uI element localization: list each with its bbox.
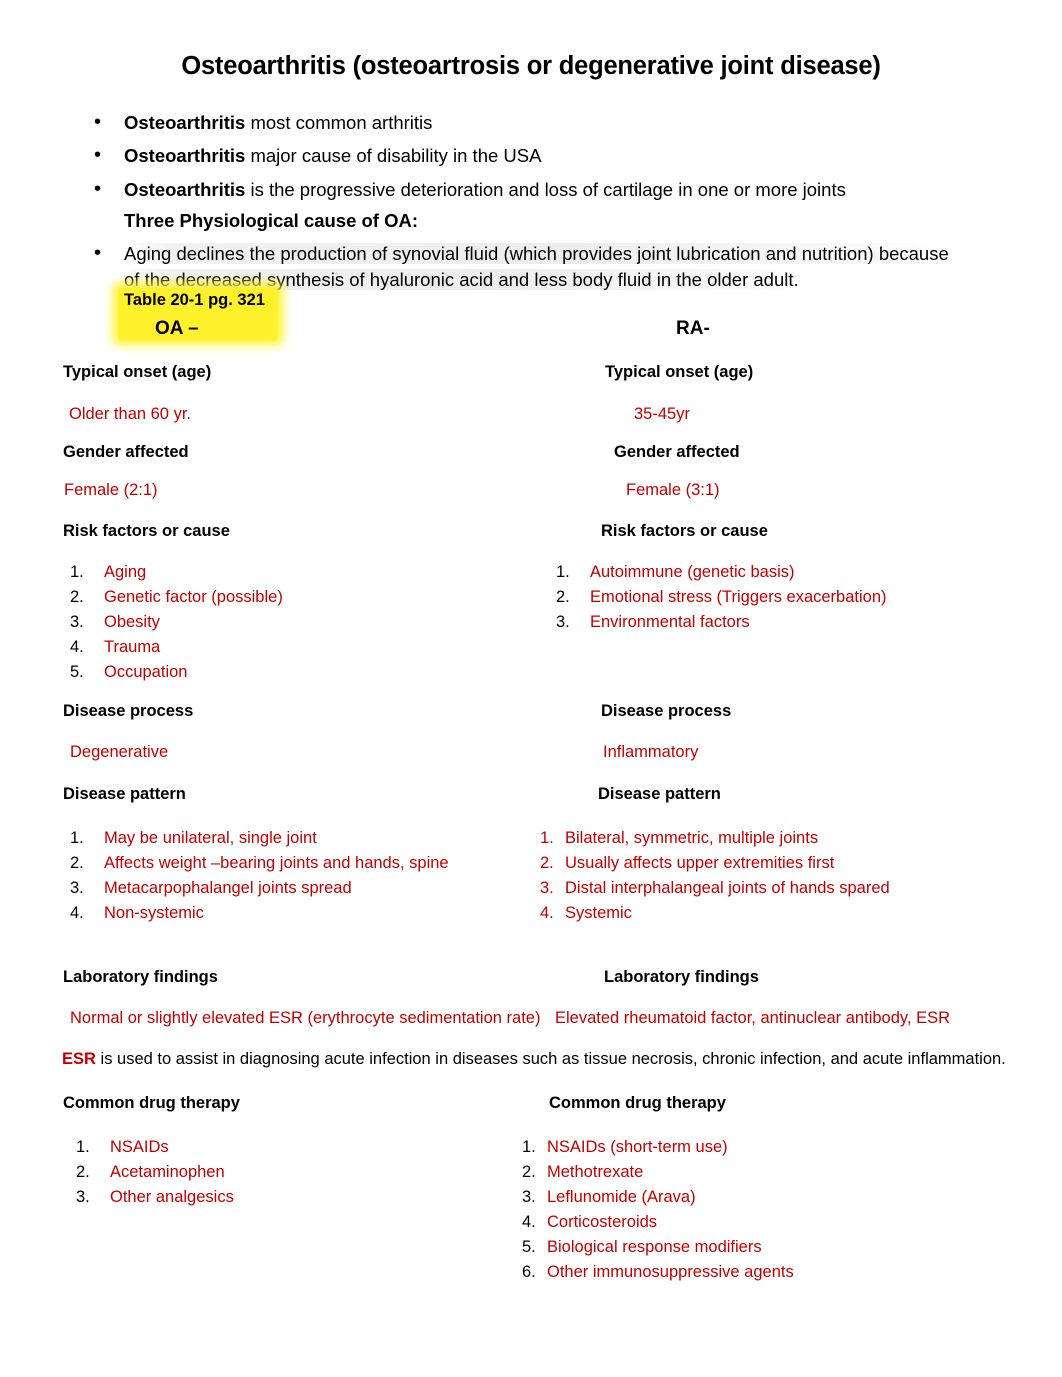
- list-item: 1. May be unilateral, single joint: [70, 829, 317, 847]
- subheading-three-physiological-causes: Three Physiological cause of OA:: [124, 209, 419, 231]
- list-disease-pattern-ra: 1. Bilateral, symmetric, multiple joints…: [540, 826, 890, 926]
- value-gender-affected-oa: Female (2:1): [64, 481, 158, 499]
- value-disease-process-ra: Inflammatory: [603, 743, 699, 761]
- list-risk-factors-ra: 1. Autoimmune (genetic basis) 2. Emotional…: [556, 560, 887, 635]
- bullet-icon: •: [94, 177, 102, 200]
- bullet-text: Osteoarthritis major cause of disability…: [124, 143, 1018, 169]
- list-item: 2. Affects weight –bearing joints and han…: [70, 854, 449, 872]
- list-item: 4. Trauma: [70, 638, 161, 656]
- list-item: 2. Genetic factor (possible): [70, 588, 283, 606]
- label-common-drug-therapy-ra: Common drug therapy: [549, 1094, 726, 1112]
- label-risk-factors-oa: Risk factors or cause: [63, 522, 230, 540]
- intro-bullet-list: • Osteoarthritis most common arthritis •…: [88, 110, 1018, 300]
- label-disease-pattern-ra: Disease pattern: [598, 785, 721, 803]
- value-laboratory-findings-ra: Elevated rheumatoid factor, antinuclear …: [555, 1009, 951, 1027]
- value-laboratory-findings-oa: Normal or slightly elevated ESR (erythro…: [70, 1009, 541, 1027]
- list-item: 1. Aging: [70, 563, 147, 581]
- esr-note: ESR is used to assist in diagnosing acut…: [62, 1050, 1006, 1069]
- aging-paragraph: Aging declines the production of synovia…: [124, 241, 1018, 294]
- value-gender-affected-ra: Female (3:1): [626, 481, 720, 499]
- value-typical-onset-ra: 35-45yr: [634, 405, 690, 423]
- bullet-text: Osteoarthritis is the progressive deteri…: [124, 177, 1018, 203]
- list-item: 2. Methotrexate: [522, 1163, 644, 1181]
- list-item: 6. Other immunosuppressive agents: [522, 1263, 794, 1281]
- list-common-drug-therapy-ra: 1. NSAIDs (short-term use) 2. Methotrexate…: [522, 1135, 794, 1285]
- column-header-ra: RA-: [676, 318, 710, 339]
- list-item: 2. Acetaminophen: [76, 1163, 225, 1181]
- bullet-bold-term: Osteoarthritis: [124, 145, 246, 167]
- bullet-rest: is the progressive deterioration and los…: [245, 178, 846, 200]
- list-item: 1. Autoimmune (genetic basis): [556, 563, 795, 581]
- aging-paragraph-line-2: of the decreased synthesis of hyaluronic…: [124, 269, 799, 291]
- label-laboratory-findings-oa: Laboratory findings: [63, 968, 218, 986]
- bullet-icon: •: [94, 111, 102, 133]
- list-item: 3. Obesity: [70, 613, 160, 631]
- list-item: 1. NSAIDs: [76, 1138, 169, 1156]
- label-typical-onset-oa: Typical onset (age): [63, 363, 212, 381]
- list-item: 5. Biological response modifiers: [522, 1238, 762, 1256]
- label-typical-onset-ra: Typical onset (age): [605, 363, 754, 381]
- esr-term: ESR: [62, 1050, 96, 1068]
- bullet-text: Osteoarthritis most common arthritis: [124, 110, 1018, 136]
- label-common-drug-therapy-oa: Common drug therapy: [63, 1094, 240, 1112]
- list-item: 4. Corticosteroids: [522, 1213, 658, 1231]
- bullet-icon: •: [94, 144, 102, 167]
- aging-paragraph-line-1: Aging declines the production of synovia…: [124, 242, 949, 264]
- bullet-bold-term: Osteoarthritis: [124, 112, 246, 133]
- list-item-aging-paragraph: • Aging declines the production of synov…: [88, 241, 1018, 294]
- list-item: 3. Other analgesics: [76, 1188, 234, 1206]
- list-item: 3. Distal interphalangeal joints of hands…: [540, 879, 890, 897]
- list-item: 1. Bilateral, symmetric, multiple joints: [540, 829, 819, 847]
- list-risk-factors-oa: 1. Aging 2. Genetic factor (possible) 3. Ob…: [70, 560, 283, 685]
- list-item: 5. Occupation: [70, 663, 188, 681]
- label-gender-affected-oa: Gender affected: [63, 443, 189, 461]
- list-item: 3. Metacarpophalangel joints spread: [70, 879, 352, 897]
- esr-note-text: is used to assist in diagnosing acute in…: [95, 1050, 1006, 1068]
- document-page: Osteoarthritis (osteoartrosis or degener…: [0, 0, 1062, 1377]
- label-disease-process-ra: Disease process: [601, 702, 732, 720]
- list-item: • Osteoarthritis is the progressive dete…: [88, 177, 1018, 203]
- bullet-rest: major cause of disability in the USA: [245, 145, 542, 167]
- list-item: 2. Emotional stress (Triggers exacerbatio…: [556, 588, 887, 606]
- list-item: 4. Systemic: [540, 904, 632, 922]
- value-typical-onset-oa: Older than 60 yr.: [69, 405, 191, 423]
- bullet-rest: most common arthritis: [245, 112, 433, 133]
- list-item: • Osteoarthritis major cause of disabili…: [88, 143, 1018, 169]
- bullet-icon: •: [94, 241, 102, 264]
- label-laboratory-findings-ra: Laboratory findings: [604, 968, 759, 986]
- table-reference-label: Table 20-1 pg. 321: [124, 291, 265, 309]
- label-disease-pattern-oa: Disease pattern: [63, 785, 186, 803]
- list-item: • Osteoarthritis most common arthritis: [88, 110, 1018, 136]
- list-item: 3. Leflunomide (Arava): [522, 1188, 696, 1206]
- list-item: 2. Usually affects upper extremities firs…: [540, 854, 835, 872]
- bullet-bold-term: Osteoarthritis: [124, 178, 246, 200]
- list-common-drug-therapy-oa: 1. NSAIDs 2. Acetaminophen 3. Other analges…: [76, 1135, 234, 1210]
- list-disease-pattern-oa: 1. May be unilateral, single joint 2. Affe…: [70, 826, 449, 926]
- label-risk-factors-ra: Risk factors or cause: [601, 522, 768, 540]
- column-header-oa: OA –: [155, 318, 199, 339]
- value-disease-process-oa: Degenerative: [70, 743, 169, 761]
- label-gender-affected-ra: Gender affected: [614, 443, 740, 461]
- label-disease-process-oa: Disease process: [63, 702, 194, 720]
- page-title: Osteoarthritis (osteoartrosis or degener…: [181, 52, 881, 80]
- list-item: 1. NSAIDs (short-term use): [522, 1138, 728, 1156]
- list-item: 4. Non-systemic: [70, 904, 204, 922]
- list-item: 3. Environmental factors: [556, 613, 750, 631]
